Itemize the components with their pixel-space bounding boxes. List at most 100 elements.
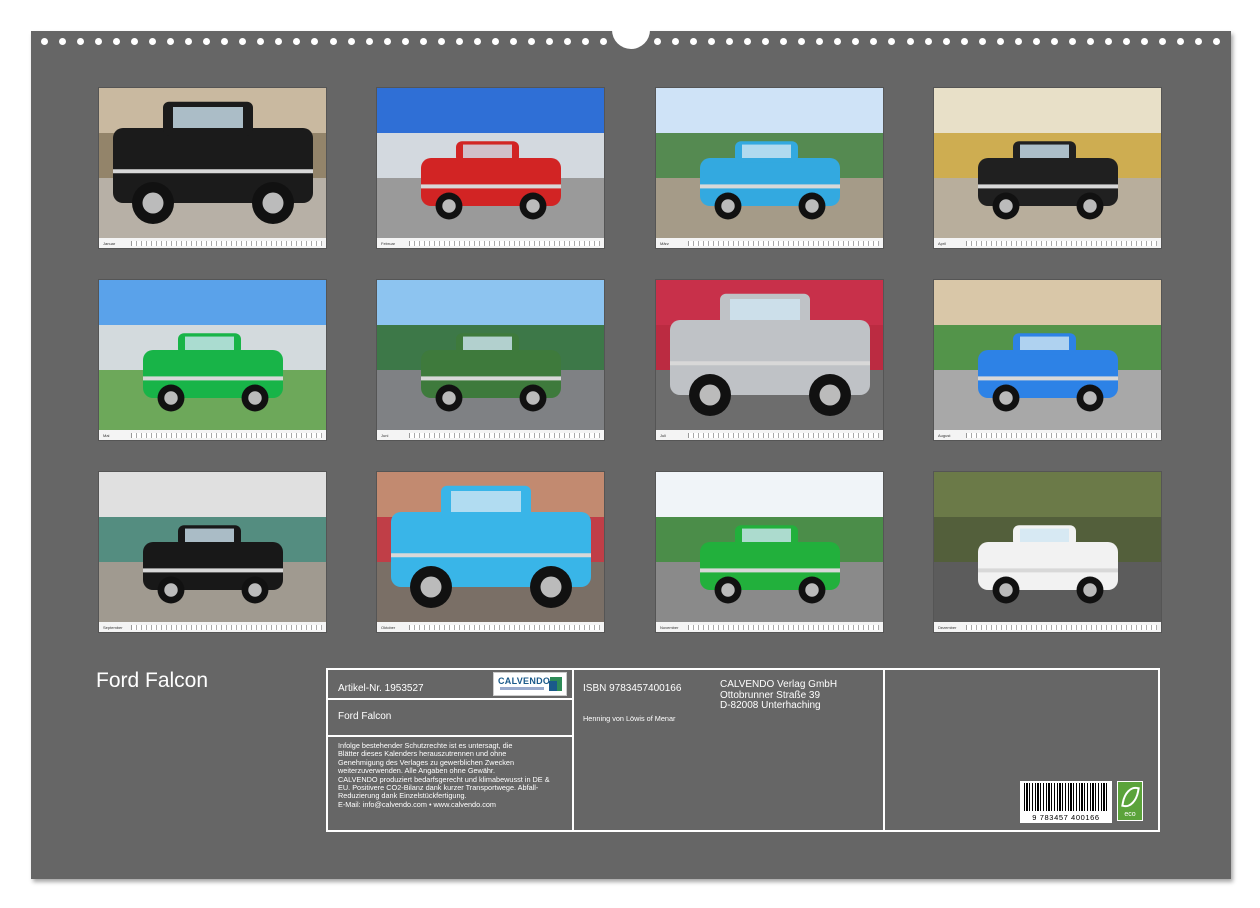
month-name: Juni	[381, 433, 409, 438]
calvendo-logo-text: CALVENDO	[498, 676, 550, 686]
month-name: August	[938, 433, 966, 438]
month-preview-märz: März	[655, 87, 884, 249]
month-name: Mai	[103, 433, 131, 438]
month-preview-mai: Mai	[98, 279, 327, 441]
month-preview-juni: Juni	[376, 279, 605, 441]
author: Henning von Löwis of Menar	[583, 715, 675, 723]
month-name: September	[103, 625, 131, 630]
binding-hole	[1015, 38, 1022, 45]
binding-hole	[1159, 38, 1166, 45]
month-name: Juli	[660, 433, 688, 438]
binding-hole	[402, 38, 409, 45]
binding-hole	[420, 38, 427, 45]
info-panel: Artikel-Nr. 1953527 CALVENDO Ford Falcon…	[326, 668, 1160, 832]
calvendo-logo: CALVENDO	[493, 672, 567, 696]
binding-hole	[528, 38, 535, 45]
binding-hole	[690, 38, 697, 45]
calendar-day-strip: Juni	[377, 430, 604, 440]
product-title: Ford Falcon	[96, 669, 208, 693]
calendar-day-strip: März	[656, 238, 883, 248]
binding-hole	[221, 38, 228, 45]
binding-hole	[582, 38, 589, 45]
binding-hole	[95, 38, 102, 45]
eco-badge: eco	[1117, 781, 1143, 821]
leaf-icon	[1121, 785, 1140, 809]
binding-hole	[474, 38, 481, 45]
calendar-day-strip: Oktober	[377, 622, 604, 632]
binding-hole	[1069, 38, 1076, 45]
info-title: Ford Falcon	[338, 711, 391, 722]
binding-hole	[943, 38, 950, 45]
binding-hole	[275, 38, 282, 45]
calendar-day-strip: August	[934, 430, 1161, 440]
month-name: Oktober	[381, 625, 409, 630]
calendar-day-strip: April	[934, 238, 1161, 248]
binding-hole	[564, 38, 571, 45]
binding-hole	[348, 38, 355, 45]
binding-hole	[726, 38, 733, 45]
binding-hole	[798, 38, 805, 45]
publisher-address: CALVENDO Verlag GmbH Ottobrunner Straße …	[720, 680, 837, 712]
binding-hole	[438, 38, 445, 45]
calendar-day-strip: September	[99, 622, 326, 632]
binding-hole	[907, 38, 914, 45]
month-name: April	[938, 241, 966, 246]
photo	[934, 88, 1162, 249]
photo	[99, 280, 327, 441]
hanger-notch	[612, 25, 650, 49]
binding-hole	[77, 38, 84, 45]
month-preview-juli: Juli	[655, 279, 884, 441]
binding-hole	[456, 38, 463, 45]
binding-hole	[979, 38, 986, 45]
binding-hole	[59, 38, 66, 45]
binding-hole	[293, 38, 300, 45]
binding-hole	[762, 38, 769, 45]
photo	[656, 88, 884, 249]
binding-hole	[654, 38, 661, 45]
binding-hole	[1033, 38, 1040, 45]
binding-hole	[744, 38, 751, 45]
binding-hole	[366, 38, 373, 45]
binding-hole	[997, 38, 1004, 45]
binding-hole	[834, 38, 841, 45]
calendar-day-strip: Juli	[656, 430, 883, 440]
binding-hole	[384, 38, 391, 45]
photo	[99, 88, 327, 249]
binding-hole	[203, 38, 210, 45]
isbn: ISBN 9783457400166	[583, 683, 681, 694]
binding-hole	[1087, 38, 1094, 45]
month-name: Februar	[381, 241, 409, 246]
binding-hole	[1195, 38, 1202, 45]
binding-hole	[1177, 38, 1184, 45]
barcode: 9 783457 400166	[1020, 781, 1112, 823]
binding-hole	[600, 38, 607, 45]
photo	[377, 280, 605, 441]
binding-hole	[925, 38, 932, 45]
barcode-number: 9 783457 400166	[1022, 813, 1110, 822]
calendar-day-strip: Mai	[99, 430, 326, 440]
month-preview-oktober: Oktober	[376, 471, 605, 633]
binding-hole	[780, 38, 787, 45]
binding-hole	[672, 38, 679, 45]
calendar-day-strip: Dezember	[934, 622, 1161, 632]
binding-hole	[1051, 38, 1058, 45]
month-name: März	[660, 241, 688, 246]
month-preview-april: April	[933, 87, 1162, 249]
binding-hole	[870, 38, 877, 45]
article-number: Artikel-Nr. 1953527	[338, 683, 424, 694]
binding-hole	[1141, 38, 1148, 45]
binding-hole	[546, 38, 553, 45]
binding-hole	[239, 38, 246, 45]
month-preview-august: August	[933, 279, 1162, 441]
binding-hole	[1123, 38, 1130, 45]
photo	[377, 88, 605, 249]
month-name: Januar	[103, 241, 131, 246]
photo	[934, 280, 1162, 441]
binding-hole	[852, 38, 859, 45]
binding-hole	[185, 38, 192, 45]
binding-hole	[961, 38, 968, 45]
binding-hole	[149, 38, 156, 45]
month-preview-november: November	[655, 471, 884, 633]
photo	[934, 472, 1162, 633]
binding-hole	[510, 38, 517, 45]
